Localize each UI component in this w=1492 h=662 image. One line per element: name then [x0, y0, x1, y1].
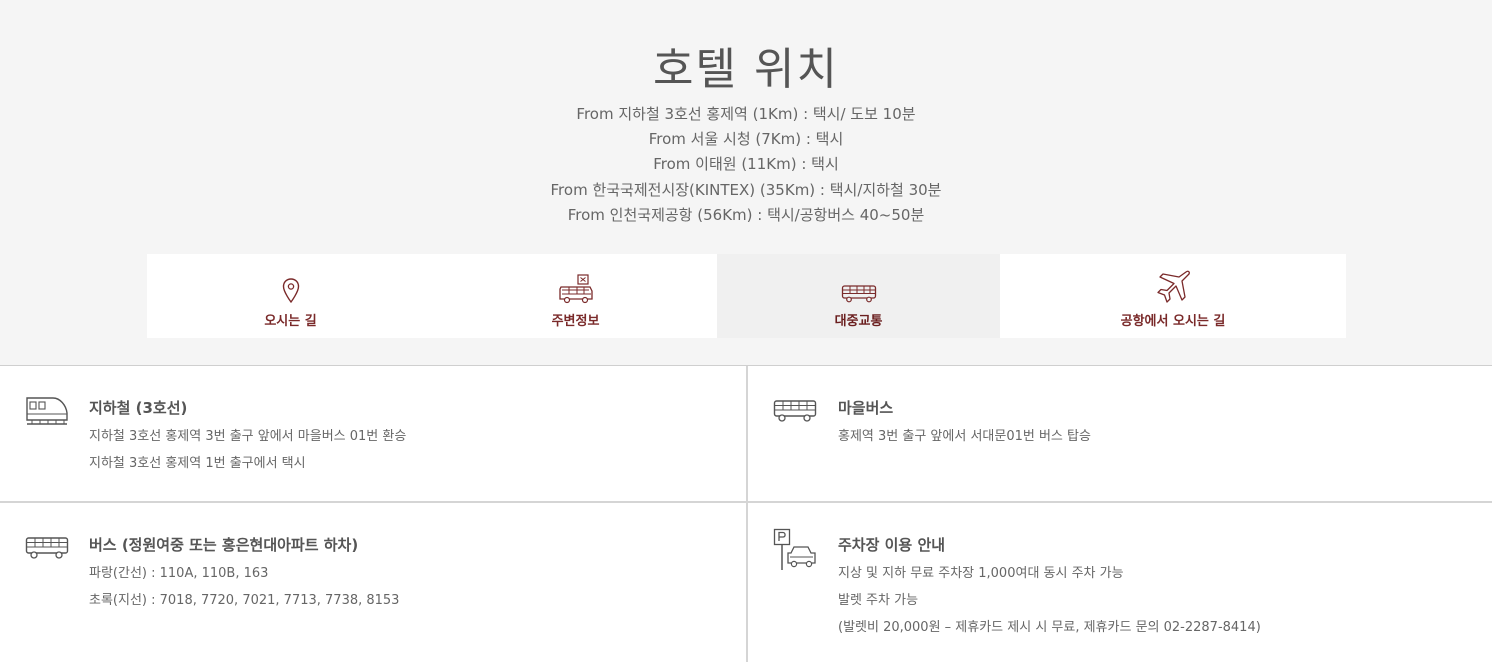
parking-title: 주차장 이용 안내	[838, 536, 946, 554]
hero-section: 호텔 위치 From 지하철 3호선 홍제역 (1Km) : 택시/ 도보 10…	[0, 0, 1492, 365]
tab-directions[interactable]: 오시는 길	[147, 254, 434, 338]
subway-title: 지하철 (3호선)	[89, 399, 188, 417]
bus-icon	[841, 270, 877, 304]
page-title: 호텔 위치	[653, 44, 839, 95]
route-line: From 한국국제전시장(KINTEX) (35Km) : 택시/지하철 30분	[550, 180, 942, 199]
bus-info: 버스 (정원여중 또는 홍은현대아파트 하차) 파랑(간선) : 110A, 1…	[25, 530, 725, 650]
train-icon	[25, 395, 69, 431]
parking-line: 발렛 주차 가능	[838, 593, 919, 608]
parking-line: (발렛비 20,000원 – 제휴카드 제시 시 무료, 제휴카드 문의 02-…	[838, 620, 1261, 635]
bus-title: 버스 (정원여중 또는 홍은현대아파트 하차)	[89, 536, 359, 554]
route-line: From 서울 시청 (7Km) : 택시	[648, 130, 844, 149]
column-divider	[746, 366, 748, 662]
subway-info: 지하철 (3호선) 지하철 3호선 홍제역 3번 출구 앞에서 마을버스 01번…	[25, 393, 725, 493]
tab-nearby-info[interactable]: 주변정보	[434, 254, 717, 338]
tab-public-transport[interactable]: 대중교통	[717, 254, 1000, 338]
tab-label: 대중교통	[834, 314, 883, 329]
village-bus-title: 마을버스	[838, 399, 894, 417]
parking-line: 지상 및 지하 무료 주차장 1,000여대 동시 주차 가능	[838, 566, 1124, 581]
bus-map-icon	[558, 270, 594, 304]
route-list: From 지하철 3호선 홍제역 (1Km) : 택시/ 도보 10분 From…	[0, 102, 1492, 228]
route-line: From 이태원 (11Km) : 택시	[653, 155, 839, 174]
tab-label: 주변정보	[551, 314, 600, 329]
route-line: From 지하철 3호선 홍제역 (1Km) : 택시/ 도보 10분	[576, 105, 916, 123]
bus-line: 파랑(간선) : 110A, 110B, 163	[89, 566, 269, 581]
location-tabs: 오시는 길 주변정보 대중교통 공항에서 오시는 길	[147, 254, 1346, 338]
route-line: From 인천국제공항 (56Km) : 택시/공항버스 40~50분	[567, 205, 925, 224]
village-bus-info: 마을버스 홍제역 3번 출구 앞에서 서대문01번 버스 탑승	[773, 393, 1473, 493]
parking-icon	[773, 528, 819, 576]
bus-icon	[25, 536, 69, 564]
tab-label: 공항에서 오시는 길	[1120, 314, 1226, 329]
bus-line: 초록(지선) : 7018, 7720, 7021, 7713, 7738, 8…	[89, 593, 400, 608]
parking-info: 주차장 이용 안내 지상 및 지하 무료 주차장 1,000여대 동시 주차 가…	[773, 528, 1488, 658]
map-pin-icon	[282, 270, 300, 304]
bus-icon	[773, 399, 817, 427]
subway-line: 지하철 3호선 홍제역 3번 출구 앞에서 마을버스 01번 환승	[89, 429, 407, 444]
village-bus-line: 홍제역 3번 출구 앞에서 서대문01번 버스 탑승	[838, 429, 1091, 444]
tab-from-airport[interactable]: 공항에서 오시는 길	[1000, 254, 1346, 338]
airplane-icon	[1155, 270, 1191, 304]
subway-line: 지하철 3호선 홍제역 1번 출구에서 택시	[89, 456, 306, 471]
tab-label: 오시는 길	[264, 314, 317, 329]
